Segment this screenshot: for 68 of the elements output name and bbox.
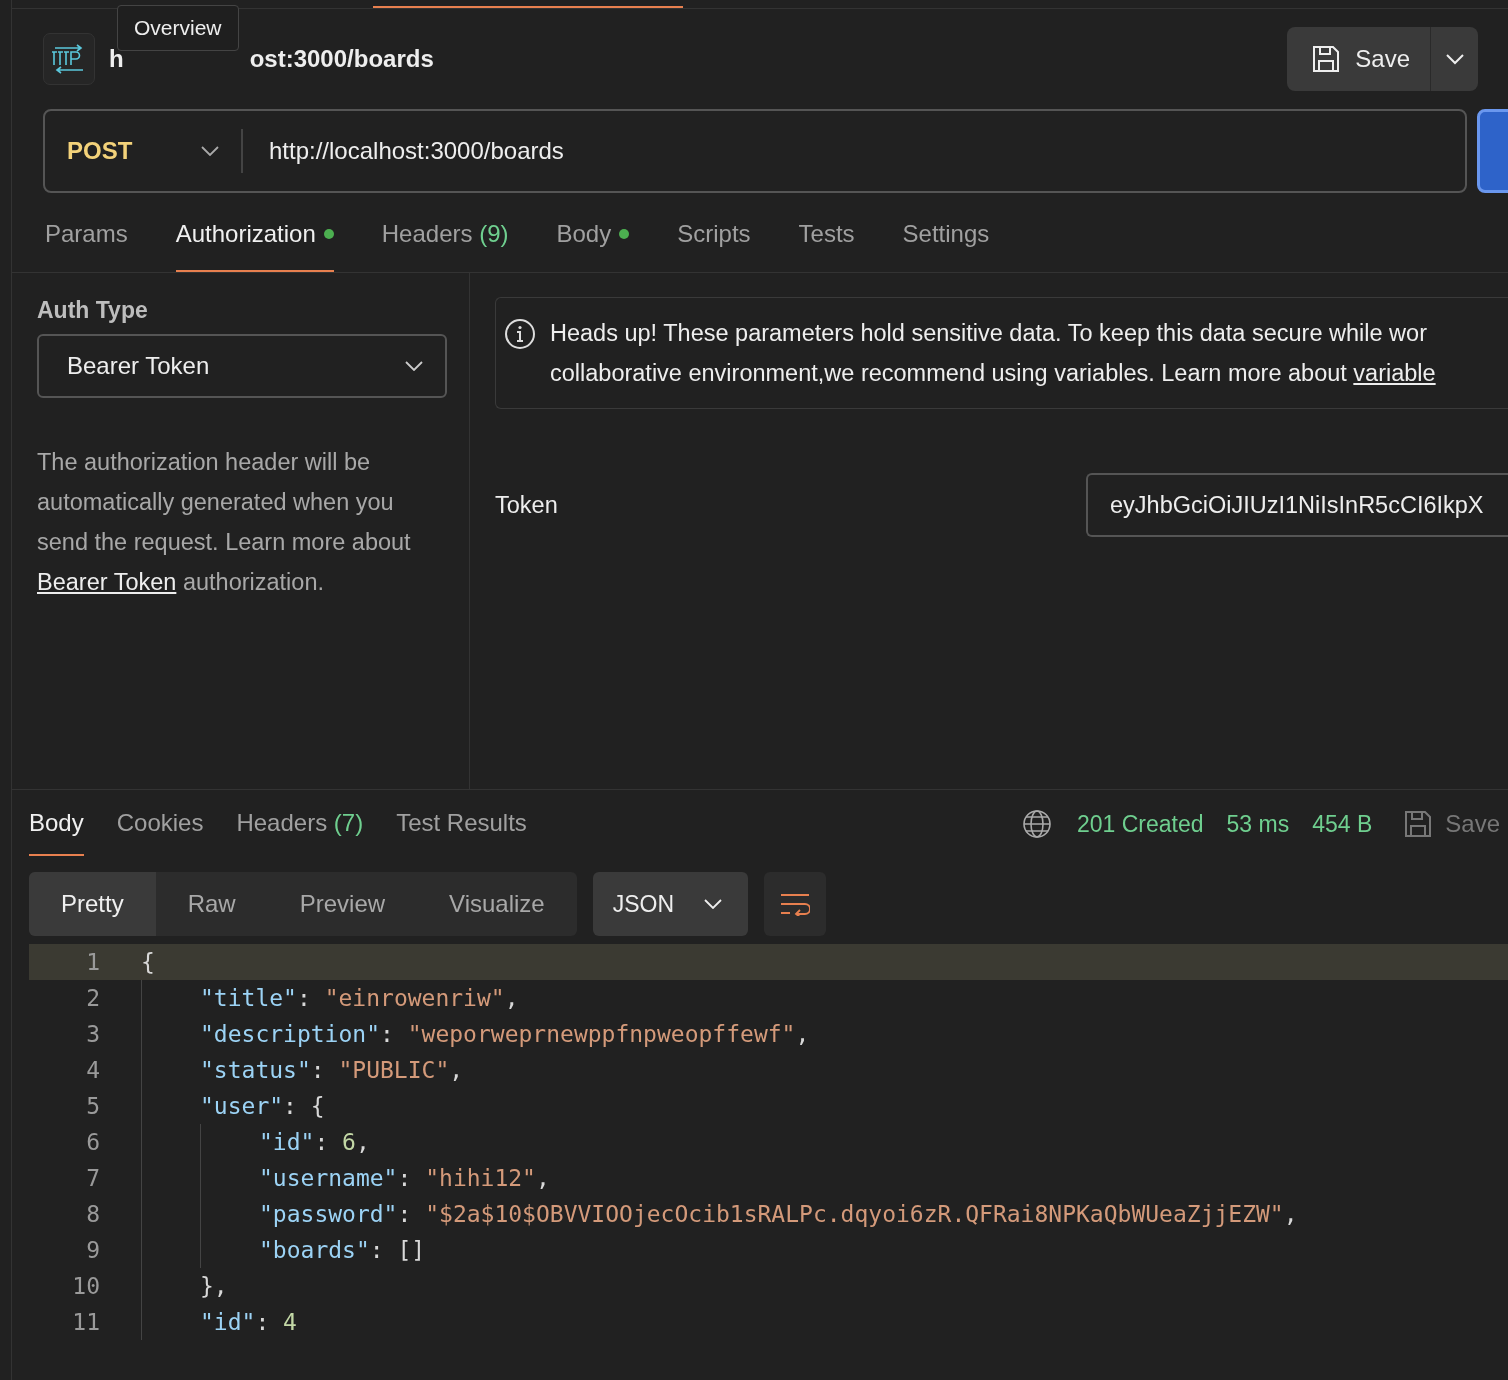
save-icon <box>1403 809 1434 839</box>
view-mode-tab[interactable]: Pretty <box>29 872 156 936</box>
wrap-button[interactable] <box>764 872 827 936</box>
line-number: 9 <box>85 1237 100 1263</box>
request-tab[interactable]: Scripts <box>677 193 751 272</box>
code-line: "description": "weporweprnewppfnpweopffewf", <box>200 1021 810 1047</box>
chevron-down-icon <box>201 146 219 156</box>
response-tab[interactable]: Cookies <box>116 792 204 856</box>
request-tab[interactable]: Params <box>45 193 128 272</box>
save-button[interactable]: Save <box>1287 27 1430 91</box>
chevron-down-icon <box>704 899 723 909</box>
auth-type-label: Auth Type <box>37 297 149 324</box>
line-number: 1 <box>85 949 100 975</box>
response-tab[interactable]: Body <box>29 792 84 856</box>
request-tab[interactable]: Headers (9) <box>381 193 509 272</box>
line-number: 2 <box>85 985 100 1011</box>
view-mode-tab[interactable]: Raw <box>155 872 268 936</box>
response-tab[interactable]: Test Results <box>396 792 527 856</box>
method-dropdown[interactable]: POST <box>45 129 243 173</box>
save-icon <box>1311 44 1342 74</box>
http-icon <box>43 33 95 85</box>
code-line: "boards": [] <box>259 1237 426 1263</box>
line-number: 6 <box>85 1129 100 1155</box>
token-field[interactable]: eyJhbGciOiJIUzI1NiIsInR5cCI6IkpX <box>1086 473 1508 537</box>
code-line: "id": 6, <box>259 1129 370 1155</box>
request-title: ost:3000/boards <box>249 45 434 73</box>
wrap-lines-icon <box>780 892 811 916</box>
code-line: "id": 4 <box>200 1309 297 1335</box>
code-line: "title": "einrowenriw", <box>200 985 519 1011</box>
line-number: 7 <box>85 1165 100 1191</box>
help-text: The authorization header will be automatically generated when you send the request. Learn more about Bearer Token authorization. <box>37 448 412 597</box>
chevron-down-icon <box>405 361 423 371</box>
line-number: 8 <box>85 1201 100 1227</box>
status-code: 201 Created <box>1076 810 1204 838</box>
view-mode-tab[interactable]: Preview <box>267 872 418 936</box>
code-line: "status": "PUBLIC", <box>200 1057 464 1083</box>
tooltip: Overview <box>117 5 239 51</box>
line-number: 3 <box>85 1021 100 1047</box>
code-line: "user": { <box>200 1093 325 1119</box>
notice-text: Heads up! These parameters hold sensitive data. To keep this data secure while wor <box>550 319 1428 348</box>
line-number: 10 <box>71 1273 100 1299</box>
response-size: 454 B <box>1312 810 1373 838</box>
request-tab[interactable]: Settings <box>902 193 990 272</box>
request-tab[interactable]: Body <box>556 193 630 272</box>
code-line: "username": "hihi12", <box>259 1165 550 1191</box>
line-number: 4 <box>85 1057 100 1083</box>
save-response-button[interactable]: Save <box>1403 792 1500 856</box>
code-line: }, <box>200 1273 228 1299</box>
auth-type-dropdown[interactable]: Bearer Token <box>37 334 447 398</box>
bearer-token-link[interactable]: Bearer Token <box>37 569 177 595</box>
response-time: 53 ms <box>1226 810 1290 838</box>
line-number: 11 <box>71 1309 100 1335</box>
token-label: Token <box>495 491 559 519</box>
chevron-down-icon <box>1444 53 1465 65</box>
line-number: 5 <box>85 1093 100 1119</box>
request-tab[interactable]: Tests <box>798 193 855 272</box>
info-icon <box>504 318 536 350</box>
variables-link[interactable]: variable <box>1353 360 1436 386</box>
globe-icon[interactable] <box>1021 809 1052 839</box>
code-line: "password": "$2a$10$OBVVIOOjecOcib1sRALPc.dqyoi6zR.QFRai8NPKaQbWUeaZjjEZW", <box>259 1201 1298 1227</box>
notice-text: collaborative environment,we recommend using variables. Learn more about variable <box>550 359 1436 388</box>
code-line: { <box>141 949 155 975</box>
response-tab[interactable]: Headers (7) <box>236 792 364 856</box>
url-text: http://localhost:3000/boards <box>269 137 564 165</box>
url-bar[interactable]: POST http://localhost:3000/boards <box>43 109 1467 193</box>
format-dropdown[interactable]: JSON <box>592 872 749 936</box>
request-tab[interactable]: Authorization <box>175 193 334 272</box>
view-mode-tab[interactable]: Visualize <box>417 872 577 936</box>
